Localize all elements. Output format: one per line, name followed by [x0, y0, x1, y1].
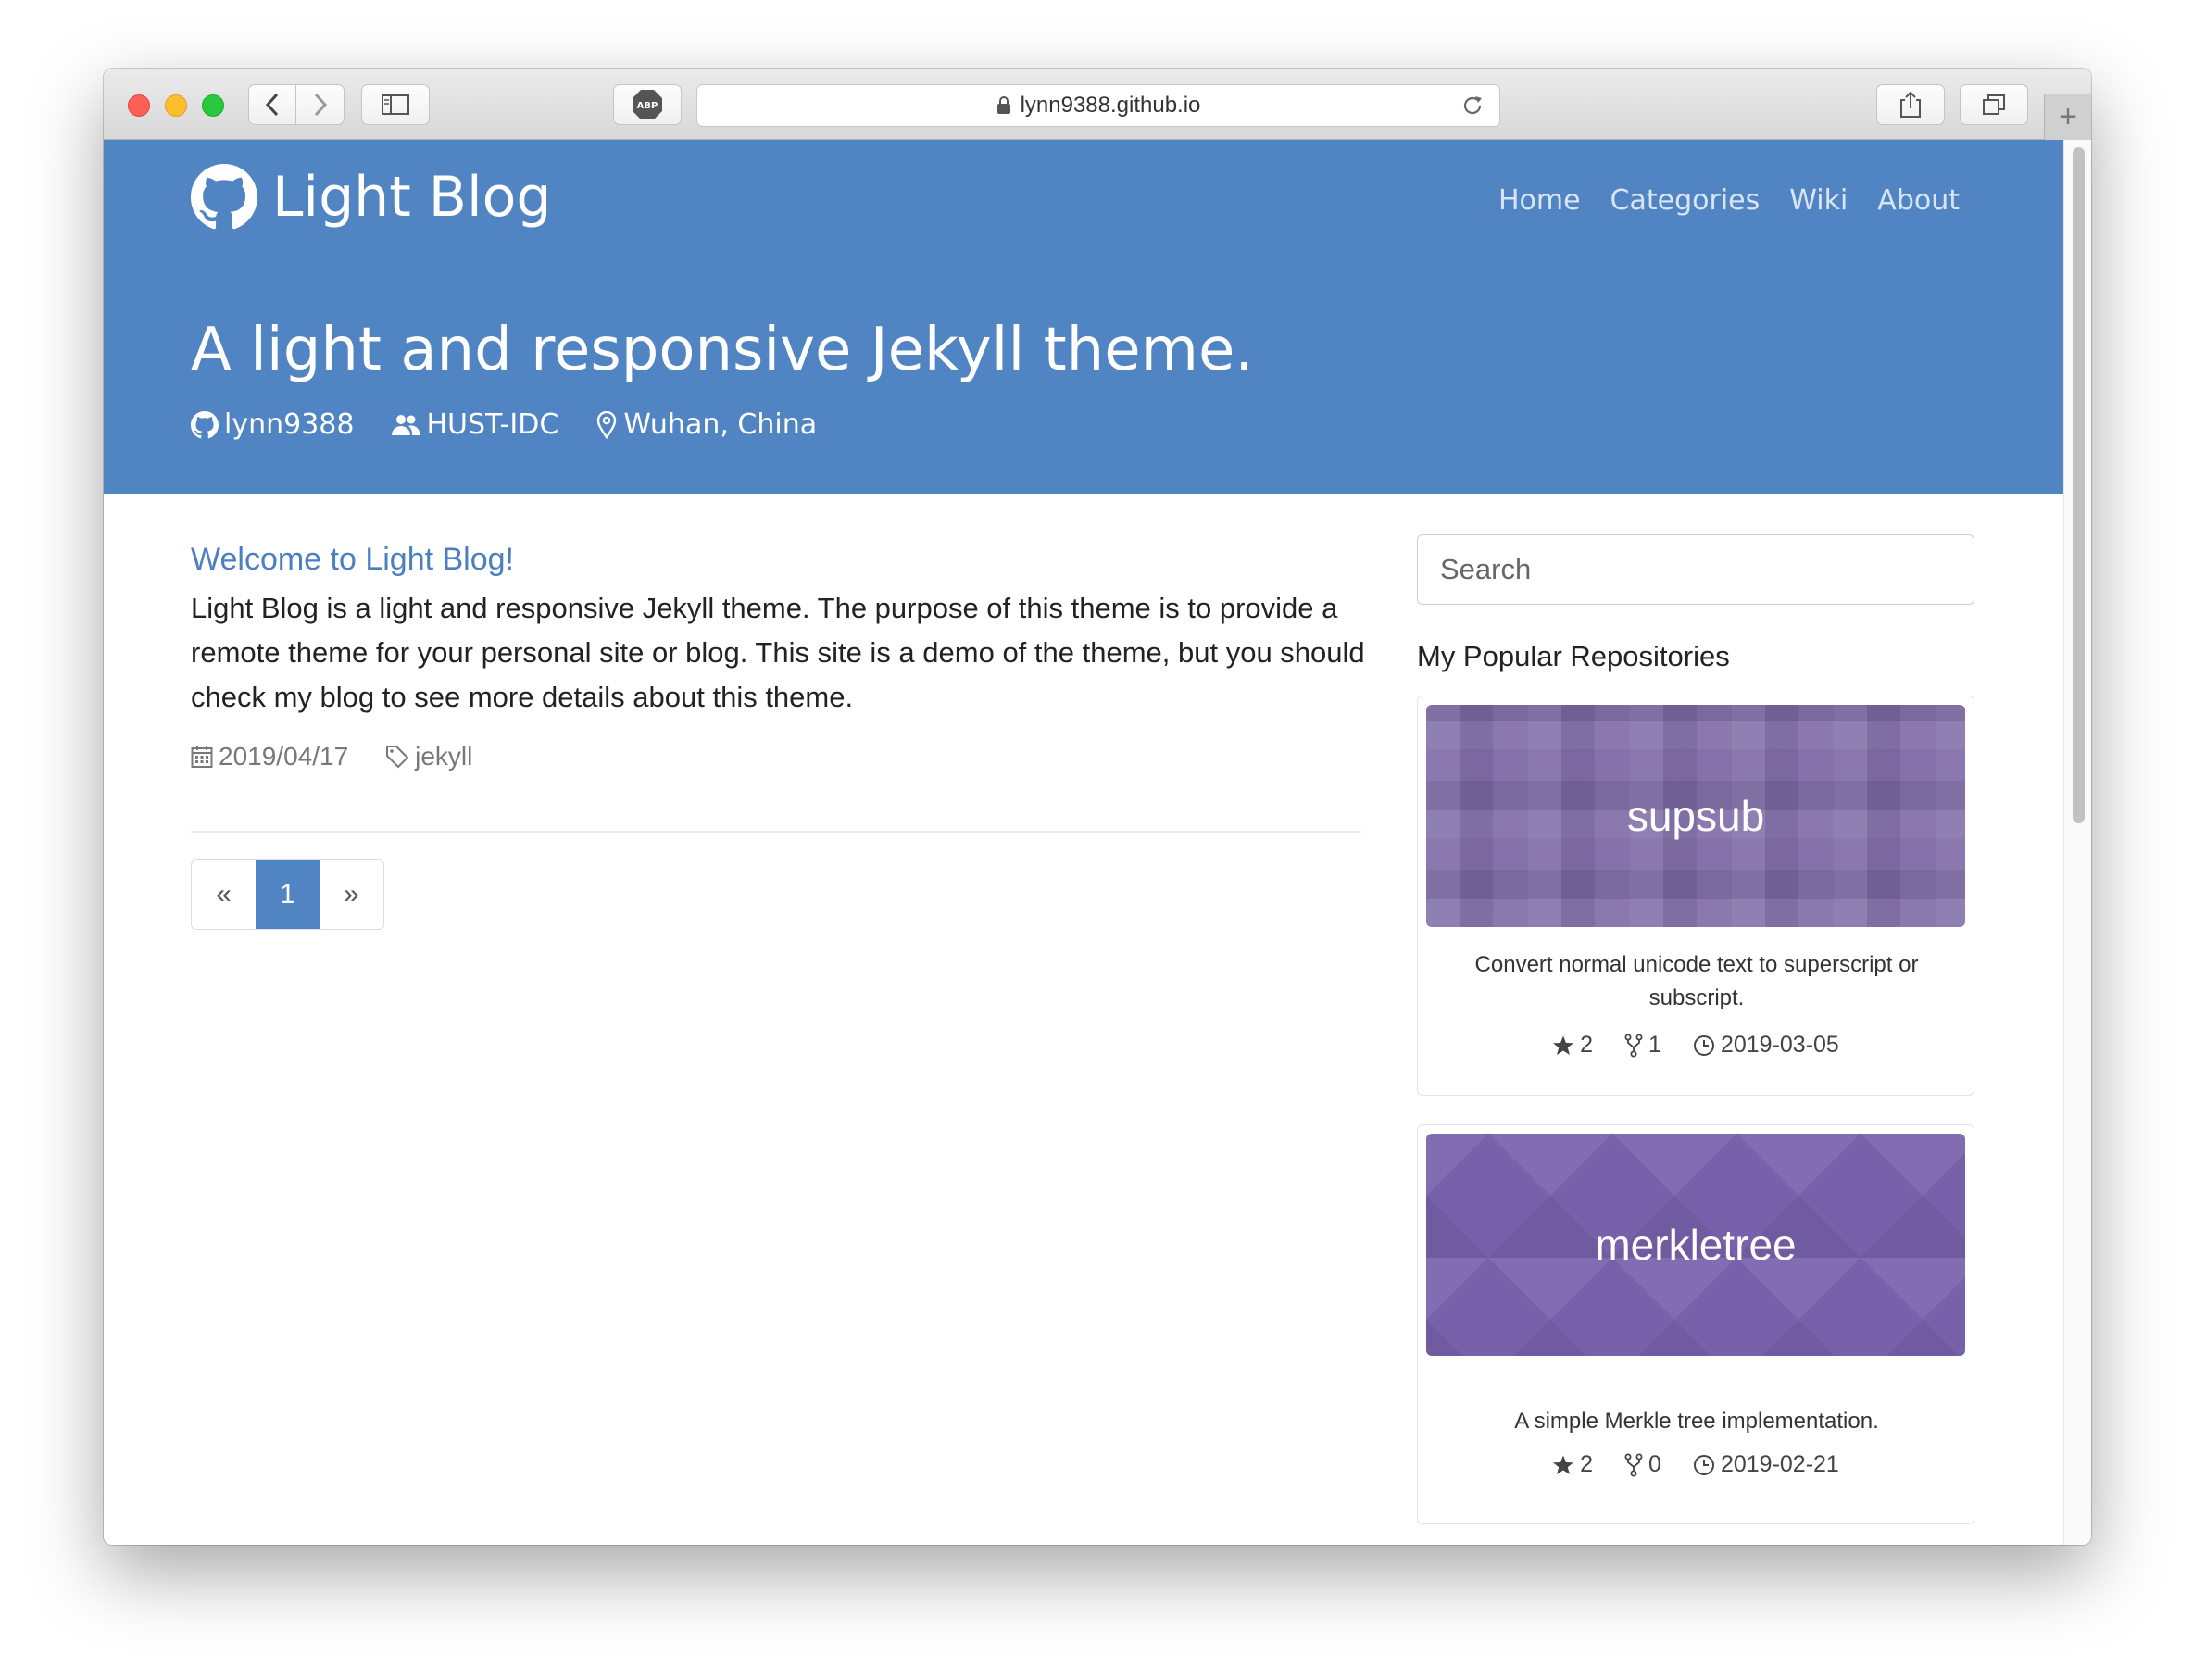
- post-date-text: 2019/04/17: [219, 742, 349, 771]
- scrollbar-thumb[interactable]: [2073, 147, 2085, 823]
- nav-categories[interactable]: Categories: [1610, 184, 1761, 217]
- organization-name: HUST-IDC: [426, 408, 559, 441]
- github-username: lynn9388: [224, 408, 355, 441]
- page-scrollbar[interactable]: [2063, 140, 2091, 1545]
- page-viewport: Light Blog Home Categories Wiki About A …: [104, 140, 2091, 1545]
- chevron-right-icon: [314, 93, 327, 117]
- site-brand[interactable]: Light Blog: [191, 164, 551, 231]
- repo-stars-count: 2: [1580, 1032, 1594, 1058]
- sidebar-toggle-button[interactable]: [361, 84, 430, 125]
- site-header: Light Blog Home Categories Wiki About A …: [104, 140, 2063, 494]
- repos-heading: My Popular Repositories: [1417, 640, 1730, 672]
- address-bar[interactable]: lynn9388.github.io: [696, 84, 1500, 127]
- url-text: lynn9388.github.io: [1020, 93, 1201, 118]
- browser-toolbar: ABP lynn9388.github.io +: [104, 69, 2091, 140]
- clock-icon: [1693, 1034, 1714, 1056]
- repo-stars-count: 2: [1580, 1451, 1594, 1477]
- repo-description: A simple Merkle tree implementation.: [1514, 1409, 1879, 1434]
- post-date: 2019/04/17: [191, 742, 348, 771]
- location-pin-icon: [597, 410, 617, 439]
- post-tag-link[interactable]: jekyll: [385, 742, 472, 771]
- pagination-next[interactable]: »: [320, 860, 383, 929]
- github-icon: [191, 410, 219, 438]
- repo-forks: 1: [1624, 1032, 1661, 1059]
- repo-updated-date: 2019-02-21: [1720, 1451, 1839, 1477]
- forward-button[interactable]: [296, 85, 344, 124]
- nav-about[interactable]: About: [1877, 184, 1960, 217]
- lock-icon: [996, 96, 1010, 114]
- repo-forks-count: 1: [1648, 1032, 1661, 1058]
- repo-name: supsub: [1626, 792, 1765, 840]
- post-excerpt: Light Blog is a light and responsive Jek…: [191, 592, 1365, 713]
- site-tagline: A light and responsive Jekyll theme.: [191, 316, 1254, 384]
- github-profile-link[interactable]: lynn9388: [191, 408, 354, 441]
- repo-name: merkletree: [1595, 1221, 1797, 1269]
- organization: HUST-IDC: [391, 408, 558, 441]
- github-icon: [191, 164, 257, 230]
- repo-forks: 0: [1624, 1451, 1661, 1478]
- tag-icon: [386, 746, 409, 769]
- post-meta: 2019/04/17 jekyll: [191, 742, 472, 771]
- nav-home[interactable]: Home: [1498, 184, 1581, 217]
- clock-icon: [1693, 1454, 1714, 1475]
- history-nav: [248, 84, 345, 125]
- calendar-icon: [191, 746, 213, 768]
- repo-card[interactable]: supsub Convert normal unicode text to su…: [1417, 696, 1974, 1096]
- nav-wiki[interactable]: Wiki: [1789, 184, 1848, 217]
- post-tag-text: jekyll: [415, 742, 473, 771]
- adblock-icon: ABP: [633, 90, 662, 119]
- repo-stats: 2 1 2019-03-05: [1418, 1032, 1974, 1059]
- repo-card[interactable]: merkletree A simple Merkle tree implemen…: [1417, 1124, 1974, 1524]
- repo-banner[interactable]: merkletree: [1426, 1134, 1965, 1356]
- close-window-button[interactable]: [128, 94, 150, 117]
- repo-banner[interactable]: supsub: [1426, 705, 1965, 927]
- repo-stars: 2: [1552, 1451, 1593, 1478]
- minimize-window-button[interactable]: [165, 94, 187, 117]
- share-icon: [1900, 91, 1921, 118]
- tabs-overview-icon: [1983, 94, 2005, 115]
- people-icon: [392, 414, 420, 435]
- repo-stars: 2: [1552, 1032, 1593, 1059]
- adblock-button[interactable]: ABP: [613, 84, 682, 125]
- post-title-link[interactable]: Welcome to Light Blog!: [191, 542, 514, 578]
- back-button[interactable]: [249, 85, 297, 124]
- location-name: Wuhan, China: [623, 408, 818, 441]
- pagination-page-current[interactable]: 1: [256, 860, 320, 929]
- star-icon: [1553, 1455, 1574, 1474]
- zoom-window-button[interactable]: [202, 94, 224, 117]
- brand-name: Light Blog: [272, 165, 552, 230]
- chevron-left-icon: [265, 93, 279, 117]
- reload-icon[interactable]: [1460, 94, 1485, 118]
- repo-description: Convert normal unicode text to superscri…: [1474, 952, 1919, 1010]
- pagination-prev[interactable]: «: [192, 860, 256, 929]
- repo-updated: 2019-03-05: [1693, 1032, 1839, 1059]
- svg-text:ABP: ABP: [637, 101, 658, 111]
- search-input[interactable]: [1417, 534, 1974, 605]
- share-button[interactable]: [1876, 84, 1945, 125]
- new-tab-button[interactable]: +: [2044, 94, 2091, 140]
- repo-stats: 2 0 2019-02-21: [1418, 1451, 1974, 1478]
- pagination: « 1 »: [191, 859, 384, 930]
- site-nav: Home Categories Wiki About: [1498, 184, 1960, 217]
- repo-updated: 2019-02-21: [1693, 1451, 1839, 1478]
- fork-icon: [1624, 1034, 1643, 1057]
- fork-icon: [1624, 1453, 1643, 1476]
- location: Wuhan, China: [595, 408, 817, 441]
- show-tabs-button[interactable]: [1960, 84, 2028, 125]
- browser-window: ABP lynn9388.github.io + Light Blog Home: [104, 69, 2091, 1545]
- repo-forks-count: 0: [1648, 1451, 1661, 1477]
- repo-updated-date: 2019-03-05: [1720, 1032, 1839, 1058]
- sidebar-icon: [382, 94, 409, 115]
- post-divider: [191, 831, 1361, 833]
- star-icon: [1553, 1035, 1574, 1055]
- author-meta: lynn9388 HUST-IDC Wuhan, China: [191, 408, 817, 441]
- plus-icon: +: [2059, 99, 2077, 134]
